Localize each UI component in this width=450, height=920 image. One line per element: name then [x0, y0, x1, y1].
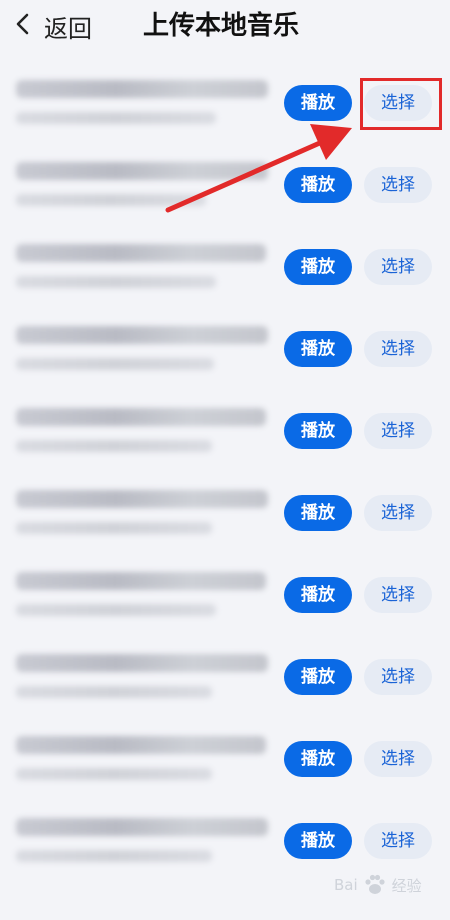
file-meta-blurred: [16, 440, 212, 452]
music-file-list: 播放 选择 播放 选择 播放 选择 播放 选择 播放 选择 播放 选择 播放 选…: [0, 60, 450, 880]
file-name-blurred: [16, 80, 268, 98]
file-name-blurred: [16, 818, 268, 836]
annotation-highlight-box: [360, 78, 442, 130]
play-button[interactable]: 播放: [284, 495, 352, 531]
file-meta-blurred: [16, 112, 216, 124]
play-button[interactable]: 播放: [284, 577, 352, 613]
play-button[interactable]: 播放: [284, 413, 352, 449]
select-button[interactable]: 选择: [364, 413, 432, 449]
watermark-brand-right: 经验: [391, 876, 422, 895]
file-name-blurred: [16, 408, 266, 426]
play-button[interactable]: 播放: [284, 659, 352, 695]
list-item: 播放 选择: [0, 470, 450, 552]
play-button[interactable]: 播放: [284, 167, 352, 203]
file-meta-blurred: [16, 358, 214, 370]
file-name-blurred: [16, 736, 266, 754]
file-meta-blurred: [16, 686, 212, 698]
file-meta-blurred: [16, 276, 216, 288]
select-button[interactable]: 选择: [364, 495, 432, 531]
play-button[interactable]: 播放: [284, 331, 352, 367]
file-meta-blurred: [16, 768, 212, 780]
select-button[interactable]: 选择: [364, 331, 432, 367]
file-name-blurred: [16, 654, 268, 672]
header-bar: 返回 上传本地音乐: [0, 0, 450, 56]
play-button[interactable]: 播放: [284, 741, 352, 777]
list-item: 播放 选择: [0, 224, 450, 306]
file-meta-blurred: [16, 194, 206, 206]
page-title: 上传本地音乐: [143, 11, 300, 41]
select-button[interactable]: 选择: [364, 659, 432, 695]
select-button[interactable]: 选择: [364, 577, 432, 613]
list-item: 播放 选择: [0, 306, 450, 388]
file-meta-blurred: [16, 850, 212, 862]
play-button[interactable]: 播放: [284, 249, 352, 285]
chevron-left-icon: [12, 12, 36, 40]
select-button[interactable]: 选择: [364, 823, 432, 859]
back-button[interactable]: 返回: [12, 6, 92, 46]
file-name-blurred: [16, 572, 266, 590]
file-name-blurred: [16, 326, 268, 344]
paw-logo-icon: [365, 874, 385, 894]
list-item: 播放 选择: [0, 552, 450, 634]
file-name-blurred: [16, 490, 268, 508]
select-button[interactable]: 选择: [364, 741, 432, 777]
play-button[interactable]: 播放: [284, 85, 352, 121]
play-button[interactable]: 播放: [284, 823, 352, 859]
file-name-blurred: [16, 244, 266, 262]
file-name-blurred: [16, 162, 268, 180]
select-button[interactable]: 选择: [364, 167, 432, 203]
back-label: 返回: [44, 14, 92, 43]
watermark-brand-left: Bai: [334, 876, 358, 894]
list-item: 播放 选择: [0, 634, 450, 716]
file-meta-blurred: [16, 522, 212, 534]
baidu-jingyan-watermark: Bai 经验: [334, 868, 422, 902]
select-button[interactable]: 选择: [364, 249, 432, 285]
file-meta-blurred: [16, 604, 216, 616]
list-item: 播放 选择: [0, 142, 450, 224]
list-item: 播放 选择: [0, 388, 450, 470]
list-item: 播放 选择: [0, 716, 450, 798]
